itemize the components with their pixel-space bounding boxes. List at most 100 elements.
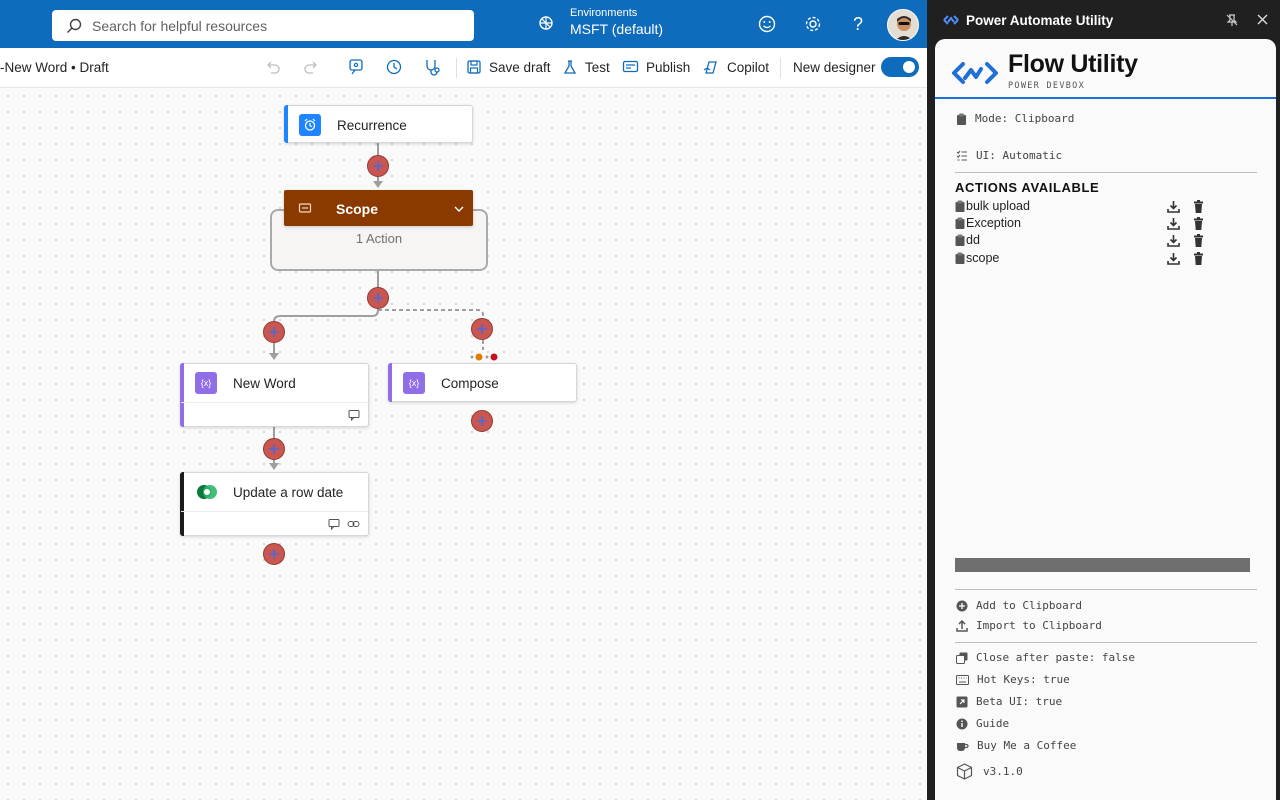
link-icon[interactable] — [347, 517, 360, 535]
trash-icon[interactable] — [1193, 252, 1204, 265]
clipboard-icon — [955, 217, 965, 229]
new-word-title: New Word — [233, 376, 296, 391]
plus-icon — [477, 324, 487, 334]
action-name: dd — [966, 233, 980, 247]
clipboard-icon — [955, 200, 965, 212]
copy-icon — [956, 652, 968, 664]
plus-icon — [373, 161, 383, 171]
scope-action-count: 1 Action — [355, 231, 403, 246]
add-parallel-branch-button[interactable] — [471, 318, 493, 340]
box-icon — [956, 763, 973, 780]
close-icon[interactable] — [1256, 13, 1269, 31]
dataverse-icon — [195, 481, 219, 503]
alarm-clock-icon — [299, 114, 321, 136]
download-icon[interactable] — [1167, 252, 1180, 265]
panel-title: Power Automate Utility — [966, 13, 1114, 28]
card-accent — [388, 363, 392, 402]
guide-link[interactable]: Guide — [956, 717, 1009, 730]
add-step-button[interactable] — [263, 438, 285, 460]
divider — [955, 642, 1257, 643]
plus-icon — [269, 549, 279, 559]
divider — [955, 589, 1257, 590]
scope-icon — [298, 201, 312, 220]
external-link-icon — [956, 696, 968, 707]
hot-keys-label: Hot Keys: true — [977, 673, 1070, 686]
mode-setting[interactable]: Mode: Clipboard — [956, 112, 1074, 125]
chevron-down-icon[interactable] — [453, 202, 465, 220]
action-name: bulk upload — [966, 199, 1030, 213]
hot-keys-setting[interactable]: Hot Keys: true — [956, 673, 1070, 686]
plus-icon — [373, 293, 383, 303]
plus-icon — [477, 416, 487, 426]
recurrence-card[interactable]: Recurrence — [284, 105, 473, 143]
version-info: v3.1.0 — [956, 763, 1023, 780]
card-accent — [180, 472, 184, 536]
expression-icon: {x} — [403, 372, 425, 394]
coffee-label: Buy Me a Coffee — [977, 739, 1077, 752]
flow-utility-logo-icon — [952, 56, 998, 95]
power-automate-icon — [943, 13, 959, 32]
add-clipboard-label: Add to Clipboard — [976, 599, 1082, 612]
ui-label: UI: Automatic — [976, 149, 1063, 162]
compose-card[interactable]: {x} Compose — [388, 363, 577, 402]
divider — [955, 172, 1257, 173]
update-row-title: Update a row date — [233, 485, 344, 500]
list-item[interactable]: bulk upload — [955, 199, 1205, 215]
trash-icon[interactable] — [1193, 217, 1204, 230]
card-accent — [284, 105, 288, 143]
clipboard-icon — [955, 252, 965, 264]
card-footer — [181, 511, 368, 512]
recurrence-title: Recurrence — [337, 118, 407, 133]
update-row-card[interactable]: Update a row date — [180, 472, 369, 536]
compose-title: Compose — [441, 376, 499, 391]
ui-setting[interactable]: UI: Automatic — [956, 149, 1062, 162]
trash-icon[interactable] — [1193, 234, 1204, 247]
add-step-button[interactable] — [263, 543, 285, 565]
buy-coffee-link[interactable]: Buy Me a Coffee — [956, 739, 1076, 752]
mode-label: Mode: Clipboard — [975, 112, 1075, 125]
add-step-button[interactable] — [471, 410, 493, 432]
close-after-paste-setting[interactable]: Close after paste: false — [956, 651, 1135, 664]
brand-divider — [935, 97, 1276, 99]
pin-icon[interactable] — [1225, 13, 1239, 32]
actions-heading: ACTIONS AVAILABLE — [955, 180, 1100, 195]
beta-ui-setting[interactable]: Beta UI: true — [956, 695, 1062, 708]
list-item[interactable]: Exception — [955, 216, 1205, 232]
list-item[interactable]: scope — [955, 251, 1205, 267]
import-clipboard-label: Import to Clipboard — [976, 619, 1102, 632]
scope-card[interactable]: Scope — [284, 190, 473, 226]
plus-icon — [269, 327, 279, 337]
add-step-button[interactable] — [367, 155, 389, 177]
brand-subtitle: POWER DEVBOX — [1008, 81, 1086, 91]
beta-ui-label: Beta UI: true — [976, 695, 1063, 708]
expression-icon: {x} — [195, 372, 217, 394]
new-word-card[interactable]: {x} New Word — [180, 363, 369, 427]
import-clipboard-button[interactable]: Import to Clipboard — [956, 619, 1102, 632]
scope-title: Scope — [336, 201, 379, 217]
action-name: scope — [966, 251, 1000, 265]
list-check-icon — [956, 150, 967, 161]
comment-icon[interactable] — [348, 408, 360, 426]
clipboard-icon — [957, 113, 966, 125]
scrollbar[interactable] — [955, 558, 1250, 572]
close-after-paste-label: Close after paste: false — [976, 651, 1135, 664]
add-clipboard-button[interactable]: Add to Clipboard — [956, 599, 1082, 612]
list-item[interactable]: dd — [955, 233, 1205, 249]
plus-icon — [269, 444, 279, 454]
download-icon[interactable] — [1167, 200, 1180, 213]
plus-circle-icon — [956, 600, 968, 611]
brand-title: Flow Utility — [1008, 50, 1138, 78]
upload-icon — [956, 619, 968, 632]
card-footer — [181, 402, 368, 403]
add-step-button[interactable] — [263, 321, 285, 343]
comment-icon[interactable] — [328, 517, 340, 535]
coffee-icon — [957, 742, 969, 751]
trash-icon[interactable] — [1193, 200, 1204, 213]
add-step-button[interactable] — [367, 287, 389, 309]
card-accent — [180, 363, 184, 427]
download-icon[interactable] — [1167, 217, 1180, 230]
download-icon[interactable] — [1167, 234, 1180, 247]
keyboard-icon — [956, 674, 969, 685]
clipboard-icon — [955, 234, 965, 246]
action-name: Exception — [966, 216, 1021, 230]
